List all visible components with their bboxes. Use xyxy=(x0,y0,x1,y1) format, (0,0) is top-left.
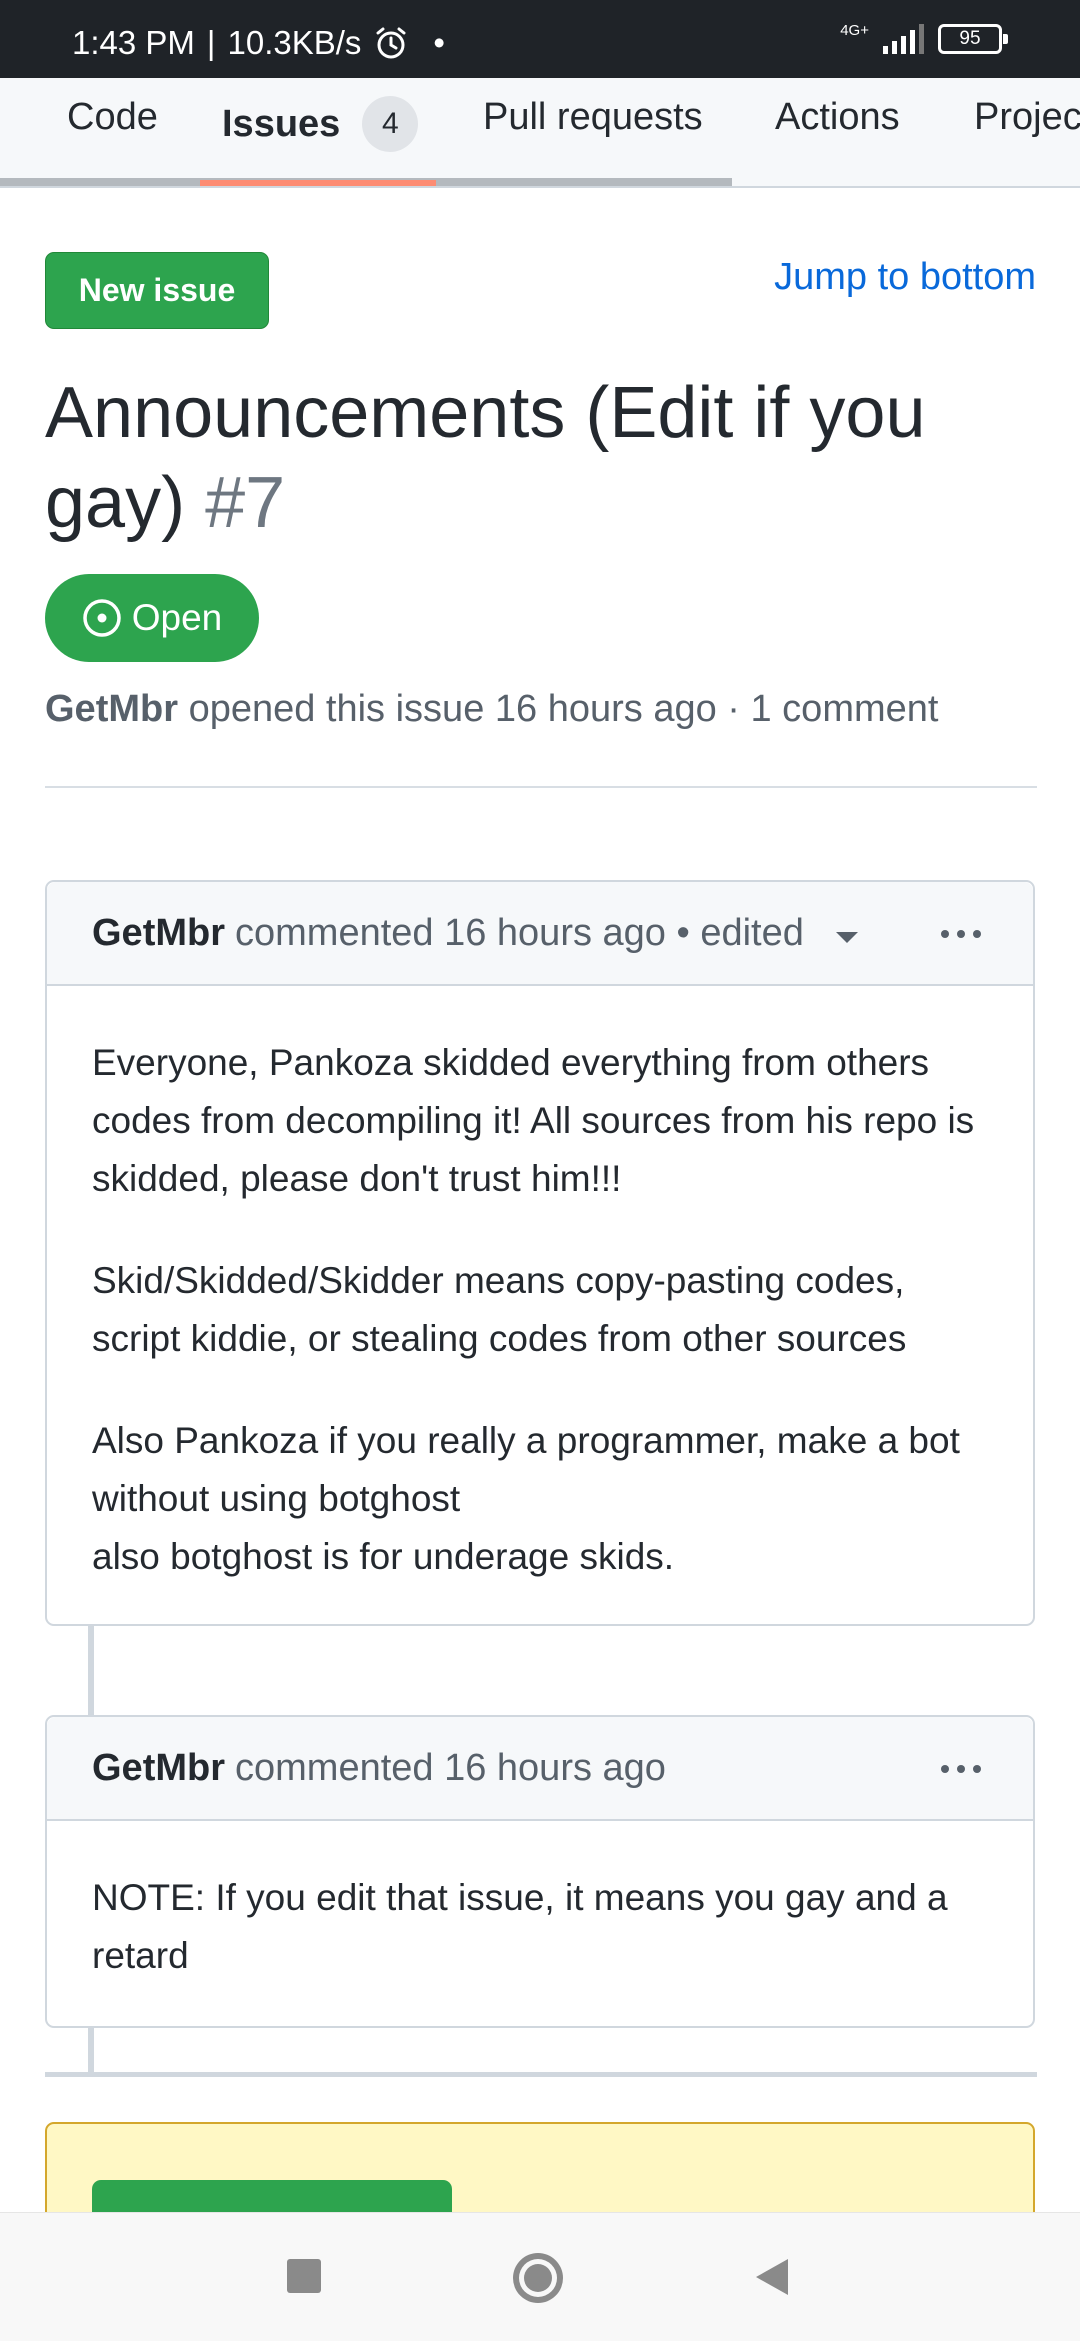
tab-selected-underline xyxy=(200,180,436,186)
comment: GetMbr commented 16 hours ago • edited E… xyxy=(45,880,1035,1626)
tab-projects[interactable]: Projec xyxy=(974,96,1080,139)
network-speed: 10.3KB/s xyxy=(227,24,362,61)
issue-title-text: Announcements (Edit if you gay) xyxy=(45,373,926,543)
battery-icon: 95 xyxy=(938,24,1008,54)
comment-paragraph: Everyone, Pankoza skidded everything fro… xyxy=(92,1042,975,1199)
status-left: 1:43 PM | 10.3KB/s • xyxy=(72,24,445,62)
tab-projects-label: Projec xyxy=(974,96,1080,138)
issue-number: #7 xyxy=(205,463,286,543)
issues-count-badge: 4 xyxy=(362,96,419,152)
comment-meta-text: commented 16 hours ago • edited xyxy=(235,912,804,954)
comment-meta-text: commented 16 hours ago xyxy=(235,1747,666,1789)
alarm-icon xyxy=(376,27,406,59)
timeline-end-divider xyxy=(45,2072,1037,2077)
issue-author-link[interactable]: GetMbr xyxy=(45,688,178,730)
comment-body: Everyone, Pankoza skidded everything fro… xyxy=(47,986,1033,1622)
comment-meta: GetMbr commented 16 hours ago xyxy=(92,1747,666,1790)
tab-code-label: Code xyxy=(67,96,158,138)
issue-meta-text: opened this issue 16 hours ago · 1 comme… xyxy=(188,688,939,730)
issue-state-label: Open xyxy=(131,597,223,638)
comment-paragraph: Also Pankoza if you really a programmer,… xyxy=(92,1412,988,1586)
comment-options-kebab-icon[interactable] xyxy=(941,930,981,938)
comment-line: also botghost is for underage skids. xyxy=(92,1536,675,1577)
status-right: 4G+ 95 xyxy=(840,22,1008,54)
home-icon-inner xyxy=(524,2264,552,2292)
comment-author-link[interactable]: GetMbr xyxy=(92,912,225,955)
timeline-connector xyxy=(88,2026,94,2074)
comment: GetMbr commented 16 hours ago NOTE: If y… xyxy=(45,1715,1035,2028)
jump-to-bottom-link[interactable]: Jump to bottom xyxy=(774,256,1036,299)
repo-tab-nav: Code Issues 4 Pull requests Actions Proj… xyxy=(0,78,1080,188)
comment-body: NOTE: If you edit that issue, it means y… xyxy=(47,1821,1033,2021)
battery-level: 95 xyxy=(959,28,981,49)
status-bar: 1:43 PM | 10.3KB/s • 4G+ 95 xyxy=(0,0,1080,78)
tab-code[interactable]: Code xyxy=(67,96,158,139)
header-divider xyxy=(45,786,1037,788)
status-dot: • xyxy=(433,24,445,61)
tab-actions-label: Actions xyxy=(775,96,900,138)
comment-author-link[interactable]: GetMbr xyxy=(92,1747,225,1790)
signal-icon xyxy=(883,24,924,54)
comment-header: GetMbr commented 16 hours ago xyxy=(47,1717,1033,1821)
issue-state-badge: Open xyxy=(45,574,259,662)
recent-apps-icon[interactable] xyxy=(287,2259,321,2293)
network-type: 4G+ xyxy=(840,22,869,39)
android-nav-bar xyxy=(0,2212,1080,2341)
tab-issues-label: Issues xyxy=(222,102,341,145)
comment-header: GetMbr commented 16 hours ago • edited xyxy=(47,882,1033,986)
comment-paragraph: Skid/Skidded/Skidder means copy-pasting … xyxy=(92,1260,907,1359)
comment-paragraph: NOTE: If you edit that issue, it means y… xyxy=(92,1877,948,1976)
tab-pull-requests[interactable]: Pull requests xyxy=(483,96,703,139)
issue-meta: GetMbr opened this issue 16 hours ago · … xyxy=(45,688,938,731)
status-time: 1:43 PM xyxy=(72,24,195,61)
issue-open-icon xyxy=(82,599,121,637)
new-issue-button[interactable]: New issue xyxy=(45,252,269,329)
tab-issues[interactable]: Issues 4 xyxy=(222,96,419,152)
status-separator: | xyxy=(206,24,216,61)
timeline-connector xyxy=(88,1624,94,1716)
edit-history-dropdown-icon[interactable] xyxy=(835,932,858,943)
back-icon[interactable] xyxy=(756,2259,788,2295)
tab-pull-requests-label: Pull requests xyxy=(483,96,703,138)
issue-title: Announcements (Edit if you gay) #7 xyxy=(45,368,1035,548)
tab-actions[interactable]: Actions xyxy=(775,96,900,139)
comment-line: Also Pankoza if you really a programmer,… xyxy=(92,1420,960,1519)
comment-meta: GetMbr commented 16 hours ago • edited xyxy=(92,912,858,955)
comment-options-kebab-icon[interactable] xyxy=(941,1765,981,1773)
